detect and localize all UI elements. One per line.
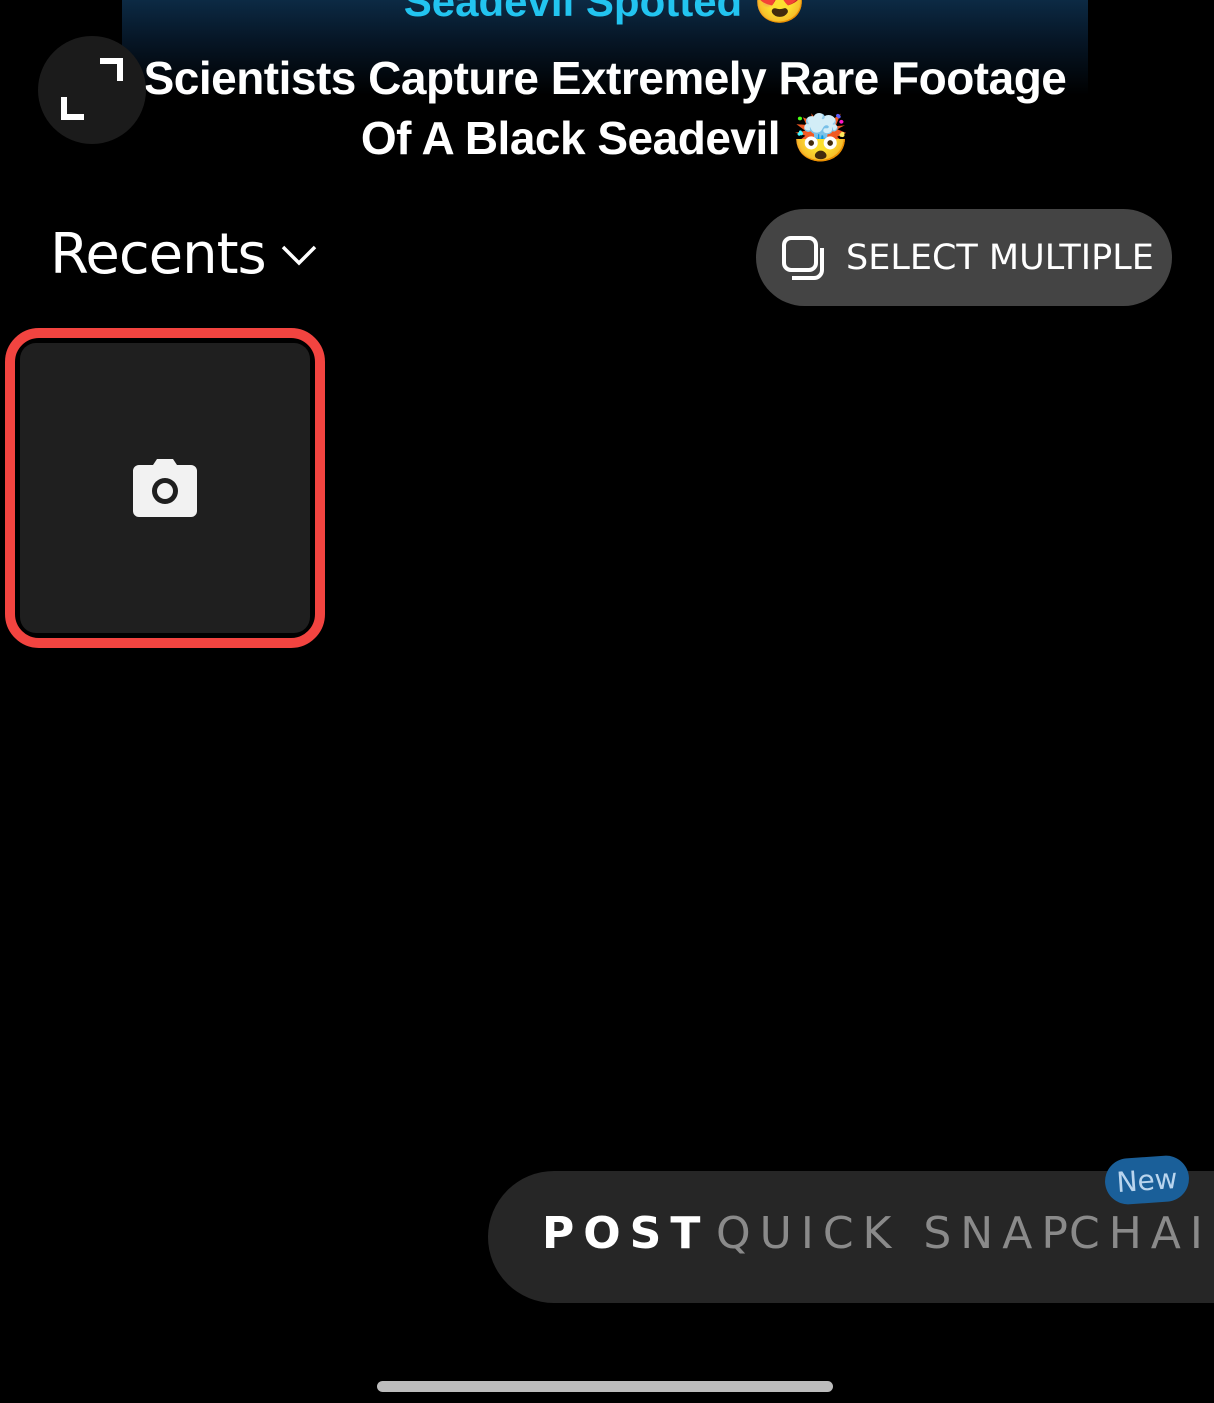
mode-quick-snap[interactable]: QUICK SNAP	[716, 1208, 1077, 1259]
select-multiple-button[interactable]: SELECT MULTIPLE	[756, 209, 1172, 306]
expand-icon	[61, 58, 123, 120]
video-kicker-text: Seadevil Spotted 😍	[403, 0, 807, 25]
multi-select-icon	[782, 235, 824, 280]
select-multiple-label: SELECT MULTIPLE	[846, 237, 1154, 278]
mode-post[interactable]: POST	[542, 1208, 709, 1259]
video-headline-text: Scientists Capture Extremely Rare Footag…	[143, 52, 1067, 164]
camera-tile[interactable]	[5, 328, 325, 648]
mode-chain[interactable]: CHAIN	[1069, 1208, 1214, 1259]
expand-button[interactable]	[38, 36, 146, 144]
new-badge: New	[1103, 1154, 1191, 1206]
video-preview: Seadevil Spotted 😍 Scientists Capture Ex…	[122, 0, 1088, 170]
home-indicator[interactable]	[377, 1381, 833, 1392]
album-label: Recents	[50, 222, 267, 287]
album-selector[interactable]: Recents	[50, 222, 318, 287]
camera-icon	[133, 459, 197, 517]
chevron-down-icon	[281, 245, 316, 265]
